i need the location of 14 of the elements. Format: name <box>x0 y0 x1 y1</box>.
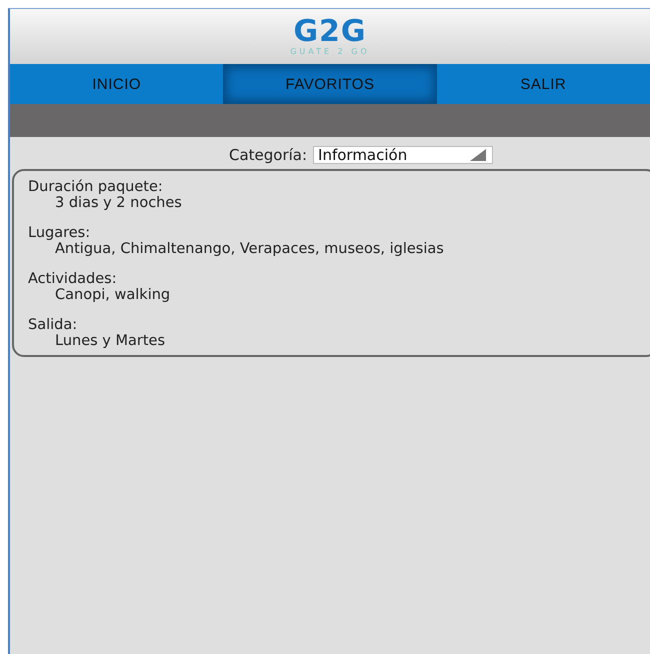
nav-tab[interactable]: FAVORITOS <box>223 64 437 104</box>
category-label: Categoría: <box>228 146 308 164</box>
logo-text: G2G <box>293 16 367 46</box>
detail-value: Antigua, Chimaltenango, Verapaces, museos, iglesias <box>54 241 445 257</box>
detail-value: Canopi, walking <box>54 287 172 303</box>
logo-tagline: GUATE 2 GO <box>290 46 370 56</box>
detail-value: Lunes y Martes <box>54 333 166 349</box>
category-dropdown[interactable]: Información <box>313 146 494 164</box>
detail-label: Salida: <box>28 317 78 333</box>
detail-label: Actividades: <box>28 271 118 287</box>
detail-value: 3 dias y 2 noches <box>54 195 183 211</box>
detail-label: Duración paquete: <box>28 179 164 195</box>
dropdown-caret-icon <box>470 149 486 161</box>
detail-label: Lugares: <box>28 225 92 241</box>
